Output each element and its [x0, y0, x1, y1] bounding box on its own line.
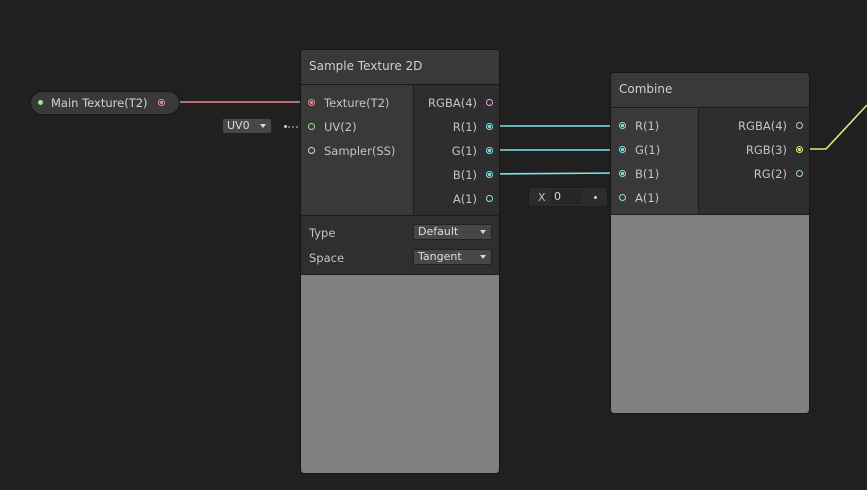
uv-connector-dot	[284, 125, 287, 128]
output-label: RGB(3)	[745, 143, 787, 157]
node-title: Combine	[611, 73, 809, 108]
node-title: Sample Texture 2D	[301, 50, 499, 85]
a-connector-dot	[594, 196, 597, 199]
property-label: Main Texture(T2)	[51, 96, 148, 110]
type-label: Type	[309, 226, 336, 240]
g-port[interactable]	[619, 146, 626, 153]
combine-preview	[611, 214, 809, 413]
chevron-down-icon	[480, 230, 486, 234]
axis-label: X	[538, 191, 546, 204]
input-label: Sampler(SS)	[324, 144, 396, 158]
property-output-port[interactable]	[158, 99, 165, 106]
type-dropdown[interactable]: Default	[413, 224, 492, 240]
g-port[interactable]	[486, 147, 493, 154]
output-label: G(1)	[451, 144, 477, 158]
sampler-port[interactable]	[308, 147, 315, 154]
output-label: R(1)	[452, 120, 477, 134]
texture-port[interactable]	[308, 99, 315, 106]
property-indicator-icon	[38, 100, 43, 105]
rgb-port[interactable]	[796, 146, 803, 153]
sample-texture-2d-node[interactable]: Sample Texture 2D Texture(T2) UV(2) Samp…	[300, 49, 500, 474]
input-ports: Texture(T2) UV(2) Sampler(SS)	[301, 85, 414, 215]
uv-channel-dropdown[interactable]: UV0	[222, 118, 272, 134]
b-port[interactable]	[486, 171, 493, 178]
input-label: B(1)	[635, 167, 660, 181]
a-port[interactable]	[619, 194, 626, 201]
r-port[interactable]	[619, 122, 626, 129]
a-value-input[interactable]: 0	[551, 190, 581, 204]
rgba-port[interactable]	[796, 122, 803, 129]
output-label: RGBA(4)	[738, 119, 787, 133]
r-port[interactable]	[486, 123, 493, 130]
combine-node[interactable]: Combine R(1) G(1) B(1) A(1) RGBA(4) RGB(…	[610, 72, 810, 414]
texture-preview	[301, 275, 499, 473]
input-label: A(1)	[635, 191, 660, 205]
rg-port[interactable]	[796, 170, 803, 177]
input-ports: R(1) G(1) B(1) A(1)	[611, 108, 699, 214]
input-label: UV(2)	[324, 120, 357, 134]
b-wire[interactable]	[489, 172, 621, 175]
output-label: A(1)	[452, 192, 477, 206]
output-label: B(1)	[452, 168, 477, 182]
output-label: RG(2)	[753, 167, 787, 181]
input-label: G(1)	[635, 143, 661, 157]
input-label: R(1)	[635, 119, 660, 133]
main-texture-property-node[interactable]: Main Texture(T2)	[30, 91, 180, 115]
rgb-output-wire[interactable]	[800, 104, 867, 150]
chevron-down-icon	[260, 124, 266, 128]
b-port[interactable]	[619, 170, 626, 177]
space-value: Tangent	[418, 250, 462, 263]
output-label: RGBA(4)	[428, 96, 477, 110]
rgba-port[interactable]	[486, 99, 493, 106]
chevron-down-icon	[480, 255, 486, 259]
a-port[interactable]	[486, 195, 493, 202]
space-dropdown[interactable]: Tangent	[413, 249, 492, 265]
uv-port[interactable]	[308, 123, 315, 130]
uv-channel-value: UV0	[227, 119, 250, 132]
space-label: Space	[309, 251, 345, 265]
type-value: Default	[418, 225, 459, 238]
input-label: Texture(T2)	[324, 96, 390, 110]
node-settings: Type Default Space Tangent	[301, 215, 499, 275]
output-ports: RGBA(4) RGB(3) RG(2)	[699, 108, 809, 214]
output-ports: RGBA(4) R(1) G(1) B(1) A(1)	[414, 85, 499, 215]
